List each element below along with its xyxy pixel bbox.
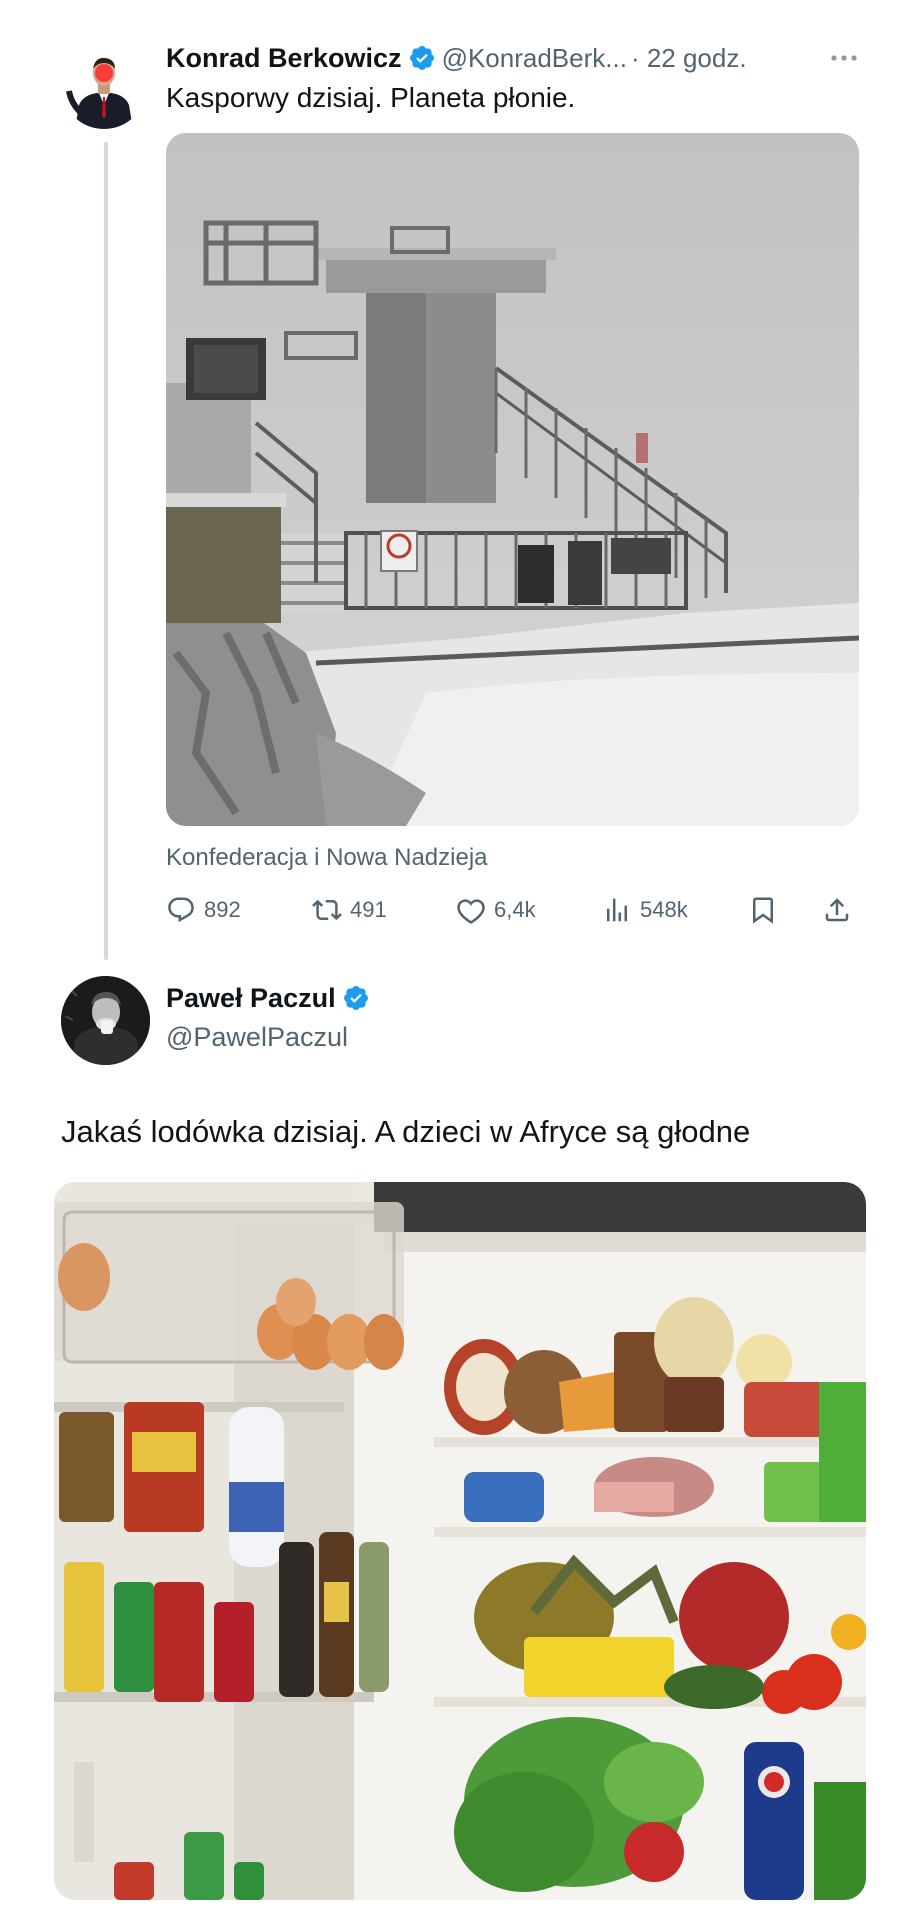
like-icon <box>457 899 485 924</box>
timestamp[interactable]: · 22 godz. <box>631 43 747 74</box>
tweet-text: Jakaś lodówka dzisiaj. A dzieci w Afryce… <box>61 1114 751 1149</box>
share-button[interactable] <box>822 890 852 930</box>
repost-button[interactable]: 491 <box>312 890 387 930</box>
more-icon[interactable] <box>829 44 859 72</box>
avatar[interactable] <box>61 43 147 129</box>
verified-badge-icon <box>343 986 368 1010</box>
views-button[interactable]: 548k <box>602 890 688 930</box>
reply-count: 892 <box>204 897 241 922</box>
author-handle[interactable]: @PawelPaczul <box>166 1022 348 1053</box>
tweet-header: Paweł Paczul <box>166 978 376 1018</box>
reply-button[interactable]: 892 <box>166 890 241 930</box>
tweet-image-ski-station[interactable] <box>166 133 859 826</box>
tweet-text: Kasporwy dzisiaj. Planeta płonie. <box>166 82 576 113</box>
bookmark-button[interactable] <box>748 890 778 930</box>
repost-icon <box>312 899 342 921</box>
like-count: 6,4k <box>494 897 536 922</box>
author-name[interactable]: Paweł Paczul <box>166 983 336 1014</box>
author-name[interactable]: Konrad Berkowicz <box>166 43 402 74</box>
views-count: 548k <box>640 897 688 922</box>
community-label[interactable]: Konfederacja i Nowa Nadzieja <box>166 844 488 872</box>
thread-connector-line <box>104 142 108 960</box>
verified-badge-icon <box>409 46 434 70</box>
tweet-actions: 892 491 6,4k 548k <box>166 890 866 930</box>
author-handle[interactable]: @KonradBerk... <box>442 43 627 74</box>
tweet-header: Konrad Berkowicz @KonradBerk... · 22 god… <box>166 38 747 78</box>
avatar[interactable] <box>61 976 150 1065</box>
reply-icon <box>168 897 194 923</box>
like-button[interactable]: 6,4k <box>456 890 536 930</box>
repost-count: 491 <box>350 897 387 922</box>
tweet-image-fridge[interactable] <box>54 1182 866 1900</box>
views-icon <box>607 898 627 922</box>
share-icon <box>825 898 849 922</box>
bookmark-icon <box>753 897 773 924</box>
